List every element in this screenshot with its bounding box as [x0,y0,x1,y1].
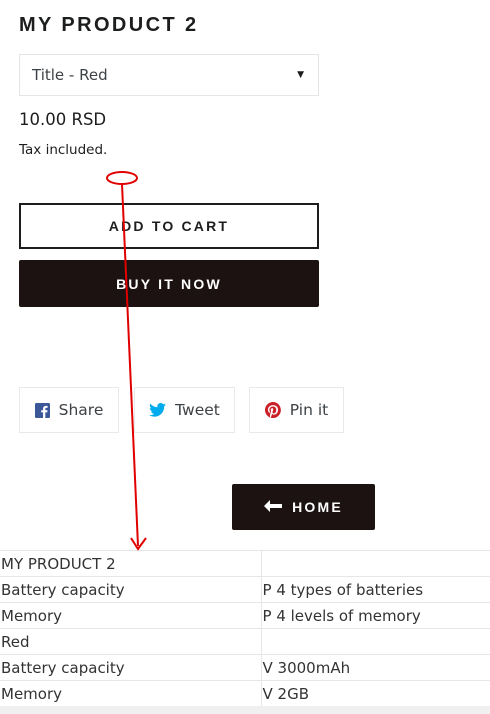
spec-name-cell: Battery capacity [0,576,262,603]
spec-value-cell [261,628,490,655]
spec-name-cell: Memory [0,680,262,707]
twitter-icon [149,403,167,417]
spec-value-cell: V 3000mAh [261,654,490,681]
variant-select-value: Title - Red [32,66,108,84]
table-row: Red [0,628,490,655]
share-facebook-button[interactable]: Share [19,387,119,433]
share-label: Share [58,401,104,419]
table-row: Memory P 4 levels of memory [0,602,490,629]
table-row: MY PRODUCT 2 [0,550,490,577]
spec-name-cell: Red [0,628,262,655]
annotation-arrowhead [130,537,147,551]
spec-name-cell: Memory [0,602,262,629]
table-row: Battery capacity V 3000mAh [0,654,490,681]
specs-table: MY PRODUCT 2 Battery capacity P 4 types … [0,550,490,707]
tweet-button[interactable]: Tweet [134,387,235,433]
product-title: MY PRODUCT 2 [19,14,199,36]
spec-name-cell: Battery capacity [0,654,262,681]
pin-it-button[interactable]: Pin it [249,387,344,433]
add-to-cart-button[interactable]: ADD TO CART [19,203,319,249]
facebook-icon [34,402,50,418]
pin-it-label: Pin it [289,401,329,419]
product-price: 10.00 RSD [19,110,107,129]
table-row: Battery capacity P 4 types of batteries [0,576,490,603]
spec-value-cell [261,550,490,577]
pinterest-icon [264,402,281,418]
tweet-label: Tweet [175,401,220,419]
page-bottom-strip [0,706,490,714]
tax-note: Tax included. [19,142,108,158]
annotation-ellipse [106,171,138,185]
table-row: Memory V 2GB [0,680,490,707]
chevron-down-icon: ▼ [297,70,304,80]
buy-it-now-button[interactable]: BUY IT NOW [19,260,319,307]
spec-value-cell: V 2GB [261,680,490,707]
arrow-left-icon [264,499,283,515]
spec-name-cell: MY PRODUCT 2 [0,550,262,577]
home-label: HOME [292,499,343,515]
spec-value-cell: P 4 levels of memory [261,602,490,629]
variant-select[interactable]: Title - Red ▼ [19,54,319,96]
home-button[interactable]: HOME [232,484,375,530]
spec-value-cell: P 4 types of batteries [261,576,490,603]
